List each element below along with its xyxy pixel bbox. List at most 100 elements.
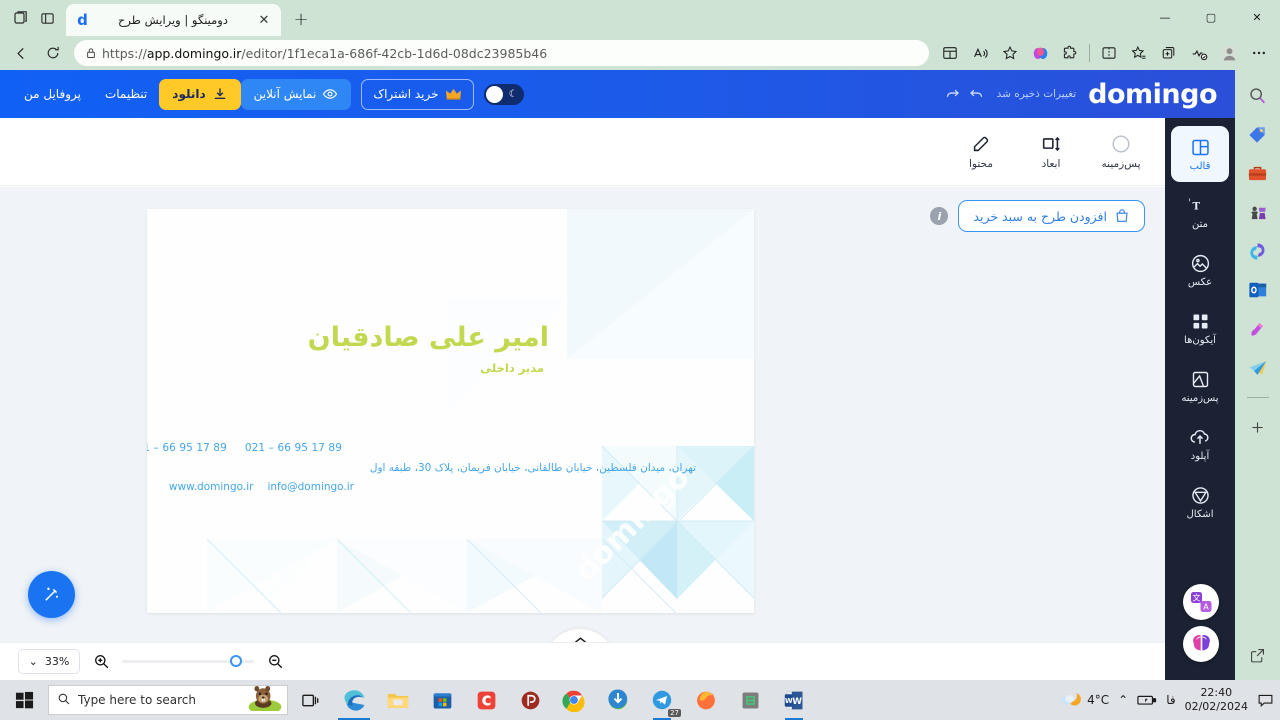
add-to-cart-label: افزودن طرح به سبد خرید xyxy=(973,208,1107,224)
theme-toggle[interactable]: ☾ xyxy=(483,83,524,105)
design-card[interactable]: domingo dom امیر علی صادقیان مدیر داخلی … xyxy=(147,209,754,613)
tab-search-icon[interactable] xyxy=(8,5,34,31)
panel-item-background[interactable]: پس‌زمینه xyxy=(1171,358,1229,414)
taskbar-app-firefox[interactable] xyxy=(684,680,728,720)
zoom-level-value: 33% xyxy=(44,655,70,668)
battery-charging-icon[interactable] xyxy=(1137,693,1157,707)
upload-cloud-icon xyxy=(1190,429,1209,444)
weather-temperature: 4°C xyxy=(1087,693,1110,707)
address-bar[interactable]: https://app.domingo.ir/editor/1f1eca1a-6… xyxy=(74,40,929,66)
panel-item-image[interactable]: عکس xyxy=(1171,242,1229,298)
extensions-icon[interactable] xyxy=(1055,38,1085,68)
app-logo: domingo xyxy=(1088,78,1217,110)
add-to-cart-button[interactable]: افزودن طرح به سبد خرید xyxy=(958,200,1145,232)
zoom-slider[interactable] xyxy=(122,655,254,667)
circle-icon xyxy=(1112,135,1130,153)
info-icon[interactable]: i xyxy=(930,207,949,225)
panel-item-icons[interactable]: آیکون‌ها xyxy=(1171,300,1229,356)
zoom-slider-thumb[interactable] xyxy=(230,655,242,667)
panel-item-upload[interactable]: آپلود xyxy=(1171,416,1229,472)
taskbar-app-chrome[interactable] xyxy=(552,680,596,720)
ai-brain-icon[interactable] xyxy=(1183,626,1219,662)
zoom-out-icon[interactable] xyxy=(264,651,286,673)
read-aloud-icon[interactable] xyxy=(965,38,995,68)
favorite-star-icon[interactable] xyxy=(995,38,1025,68)
chevron-down-icon: ⌄ xyxy=(28,655,38,668)
maximize-button[interactable]: ▢ xyxy=(1188,0,1234,34)
copilot-icon[interactable] xyxy=(1025,38,1055,68)
subscribe-button[interactable]: خرید اشتراک xyxy=(361,78,474,110)
back-icon[interactable] xyxy=(6,38,36,68)
close-icon[interactable]: ✕ xyxy=(255,11,273,29)
window-close-button[interactable]: ✕ xyxy=(1234,0,1280,34)
panel-item-text[interactable]: T T متن xyxy=(1171,184,1229,240)
translate-ai-icon[interactable]: 文 A xyxy=(1183,584,1219,620)
add-collection-icon[interactable] xyxy=(1154,38,1184,68)
designer-icon[interactable] xyxy=(1245,316,1271,342)
card-address: تهران، میدان فلسطین، خیابان طالقانی، خیا… xyxy=(369,462,696,474)
taskbar-search-input[interactable]: Type here to search xyxy=(48,685,288,715)
avatar[interactable] xyxy=(1214,38,1244,68)
split-pane-icon[interactable] xyxy=(1094,38,1124,68)
taskbar-app-evernote[interactable] xyxy=(728,680,772,720)
taskbar-app-file-explorer[interactable] xyxy=(376,680,420,720)
tool-background[interactable]: پس‌زمینه xyxy=(1095,133,1147,170)
task-view-icon[interactable] xyxy=(288,680,332,720)
refresh-icon[interactable] xyxy=(38,38,68,68)
language-indicator[interactable]: فا xyxy=(1166,693,1175,707)
card-phone-2: 021 – 66 95 17 89 xyxy=(244,442,342,454)
briefcase-icon[interactable] xyxy=(1245,160,1271,186)
clock-date: 02/02/2024 xyxy=(1184,700,1248,713)
taskbar-app-telegram[interactable]: 27 xyxy=(640,680,684,720)
taskbar-app-camtasia[interactable] xyxy=(464,680,508,720)
taskbar-app-pushe[interactable] xyxy=(508,680,552,720)
settings-link[interactable]: تنظیمات xyxy=(93,79,159,109)
search-icon[interactable] xyxy=(1245,82,1271,108)
windows-start-icon[interactable] xyxy=(0,680,48,720)
browser-menu-icon[interactable] xyxy=(1244,38,1274,68)
minimize-button[interactable]: — xyxy=(1142,0,1188,34)
svg-text:A: A xyxy=(1203,603,1209,612)
zoom-in-icon[interactable] xyxy=(90,651,112,673)
taskbar-app-edge[interactable] xyxy=(332,680,376,720)
outlook-icon[interactable] xyxy=(1245,277,1271,303)
panel-item-image-label: عکس xyxy=(1187,276,1213,288)
tool-content[interactable]: محتوا xyxy=(955,133,1007,170)
collections-star-icon[interactable] xyxy=(1124,38,1154,68)
split-screen-icon[interactable] xyxy=(935,38,965,68)
chess-icon[interactable] xyxy=(1245,199,1271,225)
taskbar-app-word[interactable]: W W xyxy=(772,680,816,720)
browser-tab[interactable]: d دومینگو | ویرایش طرح ✕ xyxy=(66,4,281,36)
add-sidebar-app-icon[interactable] xyxy=(1245,414,1271,440)
taskbar-clock[interactable]: 22:40 02/02/2024 xyxy=(1185,686,1248,714)
online-preview-button[interactable]: نمایش آنلاین xyxy=(240,78,352,110)
online-preview-label: نمایش آنلاین xyxy=(253,87,317,101)
profile-link[interactable]: پروفایل من xyxy=(12,79,93,109)
panel-item-icons-label: آیکون‌ها xyxy=(1184,334,1216,346)
taskbar-app-idm[interactable] xyxy=(596,680,640,720)
redo-icon[interactable] xyxy=(941,82,965,106)
shopping-bag-icon xyxy=(1116,209,1128,222)
panel-item-shapes[interactable]: اشکال xyxy=(1171,474,1229,530)
zoom-level-select[interactable]: ⌄ 33% xyxy=(18,649,80,674)
open-external-icon[interactable] xyxy=(1245,642,1271,668)
undo-icon[interactable] xyxy=(965,82,989,106)
microsoft-365-icon[interactable] xyxy=(1245,238,1271,264)
tab-sidebar-icon[interactable] xyxy=(34,5,60,31)
telegram-icon[interactable] xyxy=(1245,355,1271,381)
card-name: امیر علی صادقیان xyxy=(307,322,549,353)
taskbar-app-microsoft-store[interactable] xyxy=(420,680,464,720)
weather-widget[interactable]: 4°C xyxy=(1058,689,1109,712)
panel-item-template[interactable]: قالب xyxy=(1171,126,1229,182)
new-tab-button[interactable]: + xyxy=(287,5,315,33)
tool-dimensions[interactable]: ابعاد xyxy=(1025,133,1077,170)
notification-icon[interactable] xyxy=(1257,692,1274,709)
svg-text:T: T xyxy=(1193,202,1201,213)
browser-essentials-icon[interactable] xyxy=(1184,38,1214,68)
svg-text:W: W xyxy=(784,696,792,705)
download-button[interactable]: دانلود xyxy=(159,78,241,110)
tool-strip: پس‌زمینه ابعاد محتوا xyxy=(0,118,1165,186)
tray-overflow-chevron[interactable]: ⌃ xyxy=(1118,693,1128,707)
tag-icon[interactable] xyxy=(1245,121,1271,147)
magic-wand-button[interactable] xyxy=(28,571,75,618)
